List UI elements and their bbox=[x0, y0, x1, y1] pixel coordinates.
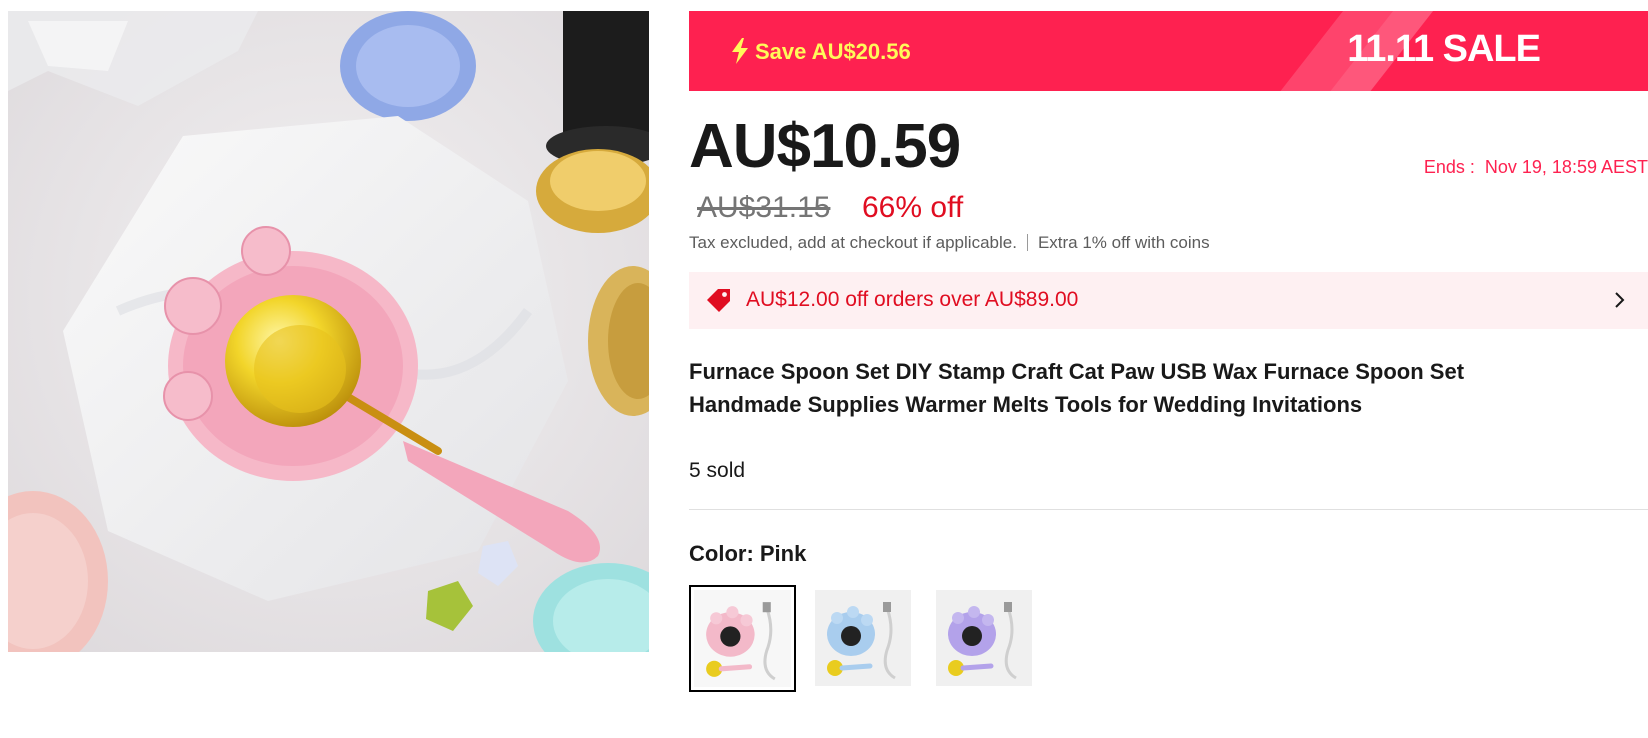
coupon-text: AU$12.00 off orders over AU$89.00 bbox=[746, 288, 1079, 311]
ends-label: Ends : bbox=[1423, 157, 1475, 177]
chevron-right-icon[interactable] bbox=[1614, 291, 1626, 314]
variant-thumbnail bbox=[936, 590, 1032, 686]
sale-end-time: Ends : Nov 19, 18:59 AEST bbox=[1424, 157, 1648, 178]
color-option-blue[interactable] bbox=[815, 590, 911, 686]
section-divider bbox=[689, 509, 1648, 510]
color-option-purple[interactable] bbox=[936, 590, 1032, 686]
sold-count: 5 sold bbox=[689, 459, 746, 482]
coupon-bar[interactable]: AU$12.00 off orders over AU$89.00 bbox=[689, 272, 1648, 329]
divider bbox=[1026, 234, 1028, 251]
lightning-icon bbox=[730, 38, 750, 69]
save-amount: Save AU$20.56 bbox=[755, 39, 911, 64]
variant-thumbnail bbox=[694, 590, 791, 687]
sale-event-title: 11.11 SALE bbox=[1347, 28, 1541, 70]
color-label: Color: Pink bbox=[689, 541, 807, 566]
discount-percent: 66% off bbox=[862, 191, 964, 224]
product-title: Furnace Spoon Set DIY Stamp Craft Cat Pa… bbox=[689, 359, 1465, 417]
original-price: AU$31.15 bbox=[697, 191, 831, 224]
coins-note: Extra 1% off with coins bbox=[1037, 233, 1210, 252]
current-price: AU$10.59 bbox=[689, 112, 961, 181]
color-option-pink[interactable] bbox=[689, 585, 796, 692]
variant-thumbnail bbox=[815, 590, 911, 686]
ends-time: Nov 19, 18:59 AEST bbox=[1484, 157, 1648, 177]
sale-banner: Save AU$20.56 11.11 SALE bbox=[689, 11, 1648, 91]
tag-icon bbox=[706, 288, 732, 317]
tax-note: Tax excluded, add at checkout if applica… bbox=[689, 233, 1017, 252]
product-info: Save AU$20.56 11.11 SALE AU$10.59 Ends :… bbox=[689, 11, 1648, 738]
product-image[interactable] bbox=[8, 11, 649, 652]
tax-info: Tax excluded, add at checkout if applica… bbox=[689, 233, 1210, 253]
